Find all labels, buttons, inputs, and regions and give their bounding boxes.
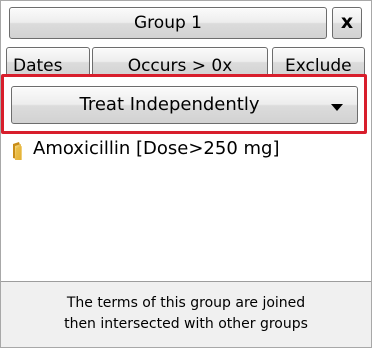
- join-mode-label: Treat Independently: [79, 94, 260, 115]
- dates-button[interactable]: Dates: [6, 47, 90, 77]
- dropdown-arrow-icon: [331, 104, 343, 111]
- group-description: The terms of this group are joined then …: [1, 281, 371, 347]
- description-line-1: The terms of this group are joined: [66, 295, 306, 311]
- join-mode-dropdown[interactable]: Treat Independently: [11, 86, 358, 124]
- exclude-button[interactable]: Exclude: [272, 47, 365, 77]
- close-icon: x: [340, 11, 354, 33]
- exclude-label: Exclude: [285, 56, 352, 76]
- close-group-button[interactable]: x: [332, 7, 362, 39]
- term-label: Amoxicillin [Dose>250 mg]: [33, 138, 280, 159]
- dates-label: Dates: [13, 56, 63, 76]
- group-title-label: Group 1: [134, 13, 202, 33]
- group-panel: Group 1 x Dates Occurs > 0x Exclude Trea…: [0, 0, 372, 348]
- group-title-button[interactable]: Group 1: [9, 7, 327, 39]
- folder-icon: [13, 142, 22, 160]
- occurs-button[interactable]: Occurs > 0x: [92, 47, 268, 77]
- occurs-label: Occurs > 0x: [127, 56, 233, 76]
- description-line-2: then intersected with other groups: [64, 316, 308, 332]
- term-list: Amoxicillin [Dose>250 mg]: [1, 133, 371, 281]
